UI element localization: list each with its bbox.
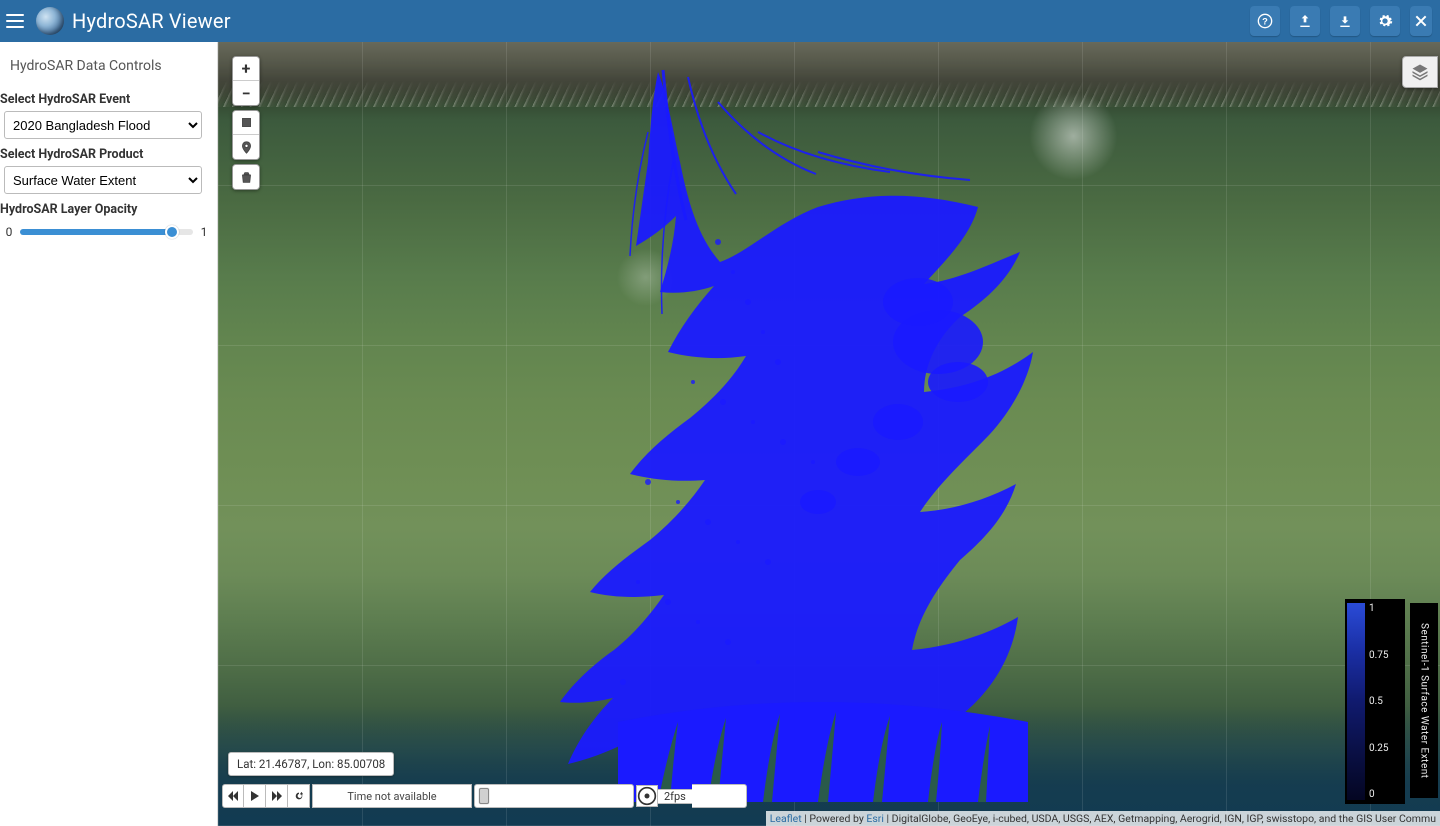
sidebar: HydroSAR Data Controls Select HydroSAR E…	[0, 42, 218, 826]
app-title: HydroSAR Viewer	[72, 9, 231, 33]
time-next-button[interactable]	[266, 784, 288, 808]
close-button[interactable]	[1410, 6, 1432, 36]
opacity-min: 0	[4, 225, 14, 239]
map-view[interactable]: + − Lat: 21.46787, Lon: 85.00708	[218, 42, 1440, 826]
legend-tick: 0.25	[1369, 743, 1403, 754]
legend-tick: 0.75	[1369, 650, 1403, 661]
legend-gradient	[1347, 603, 1365, 800]
app-logo	[36, 7, 64, 35]
opacity-slider[interactable]	[20, 223, 193, 241]
time-controls: Time not available 2fps	[222, 784, 1140, 808]
event-label: Select HydroSAR Event	[0, 92, 213, 107]
product-select[interactable]: Surface Water Extent	[4, 166, 202, 194]
cursor-coordinates: Lat: 21.46787, Lon: 85.00708	[228, 752, 394, 776]
settings-button[interactable]	[1370, 6, 1400, 36]
layers-button[interactable]	[1402, 56, 1438, 88]
graticule	[218, 42, 1440, 826]
time-play-button[interactable]	[244, 784, 266, 808]
leaflet-link[interactable]: Leaflet	[770, 812, 802, 825]
zoom-in-button[interactable]: +	[233, 57, 259, 81]
fps-label: 2fps	[658, 789, 692, 804]
upload-button[interactable]	[1290, 6, 1320, 36]
product-label: Select HydroSAR Product	[0, 147, 213, 162]
opacity-label: HydroSAR Layer Opacity	[0, 202, 213, 217]
legend-tick: 0.5	[1369, 696, 1403, 707]
clear-layers-button[interactable]	[233, 165, 259, 189]
color-legend: 1 0.75 0.5 0.25 0	[1345, 599, 1405, 804]
locate-button[interactable]	[233, 135, 259, 159]
time-display: Time not available	[312, 784, 472, 808]
map-attribution: Leaflet | Powered by Esri | DigitalGlobe…	[766, 811, 1440, 826]
event-select[interactable]: 2020 Bangladesh Flood	[4, 111, 202, 139]
fps-decrease-button[interactable]	[636, 785, 658, 807]
legend-tick: 0	[1369, 789, 1403, 800]
opacity-max: 1	[199, 225, 209, 239]
home-extent-button[interactable]	[233, 111, 259, 135]
svg-text:?: ?	[1262, 16, 1268, 26]
zoom-out-button[interactable]: −	[233, 81, 259, 105]
sidebar-title: HydroSAR Data Controls	[0, 48, 213, 84]
time-loop-button[interactable]	[288, 784, 310, 808]
esri-link[interactable]: Esri	[866, 812, 884, 825]
time-slider[interactable]	[474, 784, 634, 808]
time-prev-button[interactable]	[222, 784, 244, 808]
menu-button[interactable]	[6, 14, 24, 28]
fps-input[interactable]	[692, 784, 747, 808]
download-button[interactable]	[1330, 6, 1360, 36]
legend-title: Sentinel-1 Surface Water Extent	[1410, 603, 1438, 798]
legend-tick: 1	[1369, 603, 1403, 614]
help-button[interactable]: ?	[1250, 6, 1280, 36]
app-header: HydroSAR Viewer ?	[0, 0, 1440, 42]
